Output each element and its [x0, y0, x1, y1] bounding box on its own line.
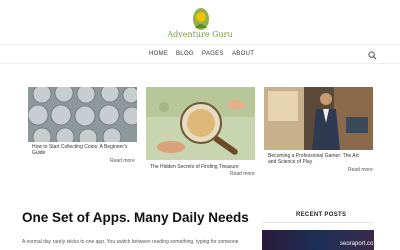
- nav-item-home[interactable]: HOME: [149, 51, 168, 57]
- nav-item-blog[interactable]: BLOG: [176, 51, 194, 57]
- coins-image[interactable]: [28, 87, 137, 142]
- post-title[interactable]: How to Start Collecting Coins: A Beginne…: [32, 144, 132, 156]
- search-icon[interactable]: [368, 51, 377, 60]
- post-title[interactable]: The Hidden Secrets of Finding Treasure: [150, 164, 250, 170]
- divider: [262, 222, 374, 223]
- read-more-link[interactable]: Read more: [110, 158, 135, 164]
- recent-post-thumbnail[interactable]: [262, 230, 374, 250]
- nav-item-pages[interactable]: PAGES: [202, 51, 224, 57]
- read-more-link[interactable]: Read more: [348, 167, 373, 173]
- post-title[interactable]: Becoming a Professional Gamer: The Art a…: [268, 153, 368, 165]
- recent-posts-heading: RECENT POSTS: [296, 212, 347, 218]
- main-nav: HOME BLOG PAGES ABOUT: [0, 44, 400, 64]
- treasure-image[interactable]: [146, 87, 255, 160]
- read-more-link[interactable]: Read more: [230, 171, 255, 177]
- article-headline[interactable]: One Set of Apps. Many Daily Needs: [22, 210, 249, 225]
- logo-icon[interactable]: [192, 6, 210, 32]
- gamer-image[interactable]: [264, 87, 373, 150]
- site-title[interactable]: Adventure Guru: [0, 30, 400, 39]
- nav-item-about[interactable]: ABOUT: [232, 51, 254, 57]
- site-header: Adventure Guru: [0, 0, 400, 44]
- article-excerpt: A normal day rarely sticks to one app. Y…: [22, 239, 239, 245]
- watermark: seoraport.co: [340, 241, 374, 247]
